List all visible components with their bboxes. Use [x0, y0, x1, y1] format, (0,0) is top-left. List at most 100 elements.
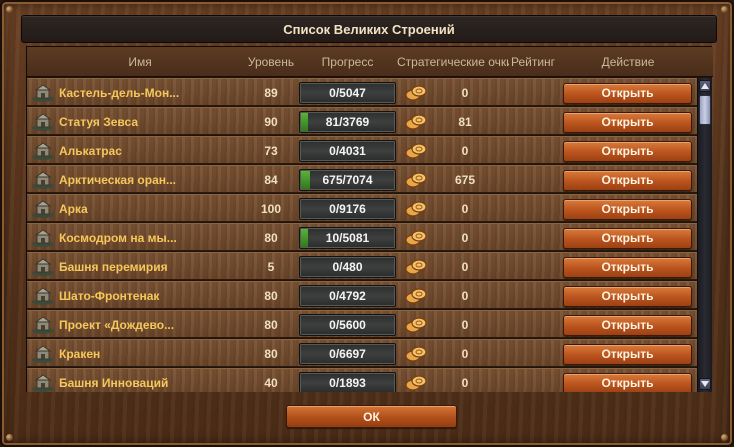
rank-value [498, 224, 558, 252]
forge-points-icon [403, 137, 429, 165]
dialog-title: Список Великих Строений [21, 15, 717, 43]
column-header-rank[interactable]: Рейтинг [503, 55, 563, 69]
strategy-points-value: 0 [461, 289, 469, 303]
rank-value [498, 311, 558, 339]
open-button[interactable]: Открыть [563, 314, 692, 336]
open-button[interactable]: Открыть [563, 140, 692, 162]
action-cell: Открыть [563, 253, 693, 281]
rank-value [498, 195, 558, 223]
forge-points-icon [403, 253, 429, 281]
action-cell: Открыть [563, 137, 693, 165]
progress-text: 0/4792 [329, 289, 366, 303]
open-button[interactable]: Открыть [563, 82, 692, 104]
forge-points-icon [403, 340, 429, 368]
progress-cell: 81/3769 [299, 108, 396, 136]
open-button[interactable]: Открыть [563, 227, 692, 249]
open-button[interactable]: Открыть [563, 343, 692, 365]
building-name: Алькатрас [59, 144, 122, 158]
column-header-strategy-points[interactable]: Стратегические очки [397, 55, 509, 69]
forge-points-icon [403, 224, 429, 252]
action-cell: Открыть [563, 282, 693, 310]
scroll-down-button[interactable] [699, 378, 711, 390]
progress-bar: 0/5600 [299, 314, 396, 336]
progress-cell: 0/480 [299, 253, 396, 281]
scroll-up-button[interactable] [699, 80, 711, 92]
buildings-table: Имя Уровень Прогресс Стратегические очки… [26, 46, 713, 392]
progress-bar: 10/5081 [299, 227, 396, 249]
ok-button[interactable]: ОК [286, 405, 457, 428]
open-button[interactable]: Открыть [563, 372, 692, 392]
rivet-decoration [721, 434, 728, 441]
castle-building-icon [31, 79, 55, 107]
progress-text: 0/5047 [329, 86, 366, 100]
progress-text: 0/9176 [329, 202, 366, 216]
table-row: Алькатрас 73 0/4031 0 Открыть [27, 136, 697, 164]
table-row: Башня перемирия 5 0/480 0 Открыть [27, 252, 697, 280]
open-button[interactable]: Открыть [563, 198, 692, 220]
progress-cell: 675/7074 [299, 166, 396, 194]
vertical-scrollbar[interactable] [697, 78, 712, 392]
table-row: Статуя Зевса 90 81/3769 81 Открыть [27, 107, 697, 135]
action-cell: Открыть [563, 166, 693, 194]
progress-cell: 0/5600 [299, 311, 396, 339]
building-name: Башня Инноваций [59, 376, 169, 390]
building-name: Космодром на мы... [59, 231, 177, 245]
building-name: Арка [59, 202, 88, 216]
great-buildings-dialog: Список Великих Строений Имя Уровень Прог… [0, 0, 734, 447]
building-name: Шато-Фронтенак [59, 289, 160, 303]
action-cell: Открыть [563, 108, 693, 136]
table-row: Шато-Фронтенак 80 0/4792 0 Открыть [27, 281, 697, 309]
progress-text: 0/480 [332, 260, 363, 274]
progress-text: 0/1893 [329, 376, 366, 390]
arrow-up-icon [701, 83, 709, 89]
strategy-points-value: 0 [461, 260, 469, 274]
rank-value [498, 282, 558, 310]
tower-building-icon [31, 253, 55, 281]
buildings-list: Кастель-дель-Мон... 89 0/5047 0 Открыть Стату… [27, 78, 697, 392]
progress-bar: 81/3769 [299, 111, 396, 133]
rank-value [498, 137, 558, 165]
open-button[interactable]: Открыть [563, 285, 692, 307]
strategy-points-value: 0 [461, 144, 469, 158]
building-name: Кастель-дель-Мон... [59, 86, 180, 100]
action-cell: Открыть [563, 224, 693, 252]
table-row: Космодром на мы... 80 10/5081 0 Открыть [27, 223, 697, 251]
progress-text: 81/3769 [325, 115, 370, 129]
open-button[interactable]: Открыть [563, 111, 692, 133]
scrollbar-thumb[interactable] [699, 95, 711, 125]
progress-cell: 0/4792 [299, 282, 396, 310]
forge-points-icon [403, 311, 429, 339]
strategy-points-value: 0 [461, 86, 469, 100]
action-cell: Открыть [563, 340, 693, 368]
rainforest-building-icon [31, 311, 55, 339]
open-button[interactable]: Открыть [563, 256, 692, 278]
rank-value [498, 340, 558, 368]
progress-bar: 0/4031 [299, 140, 396, 162]
strategy-points-value: 0 [461, 347, 469, 361]
rivet-decoration [721, 6, 728, 13]
column-header-action: Действие [601, 54, 655, 69]
column-header-name[interactable]: Имя [59, 55, 221, 69]
progress-cell: 0/1893 [299, 369, 396, 392]
progress-bar: 0/9176 [299, 198, 396, 220]
rank-value [498, 79, 558, 107]
column-header-progress[interactable]: Прогресс [299, 55, 396, 69]
open-button[interactable]: Открыть [563, 169, 692, 191]
progress-text: 0/6697 [329, 347, 366, 361]
arch-building-icon [31, 195, 55, 223]
progress-text: 675/7074 [322, 173, 373, 187]
action-cell: Открыть [563, 79, 693, 107]
table-row: Проект «Дождево... 80 0/5600 0 Открыть [27, 310, 697, 338]
forge-points-icon [403, 108, 429, 136]
progress-cell: 0/6697 [299, 340, 396, 368]
statue-building-icon [31, 108, 55, 136]
table-row: Арктическая оран... 84 675/7074 675 Открыть [27, 165, 697, 193]
progress-bar: 0/6697 [299, 343, 396, 365]
table-header: Имя Уровень Прогресс Стратегические очки… [27, 47, 713, 77]
forge-points-icon [403, 166, 429, 194]
prison-building-icon [31, 137, 55, 165]
progress-bar: 0/1893 [299, 372, 396, 392]
table-row: Башня Инноваций 40 0/1893 0 Открыть [27, 368, 697, 392]
spaceport-building-icon [31, 224, 55, 252]
orangery-building-icon [31, 166, 55, 194]
